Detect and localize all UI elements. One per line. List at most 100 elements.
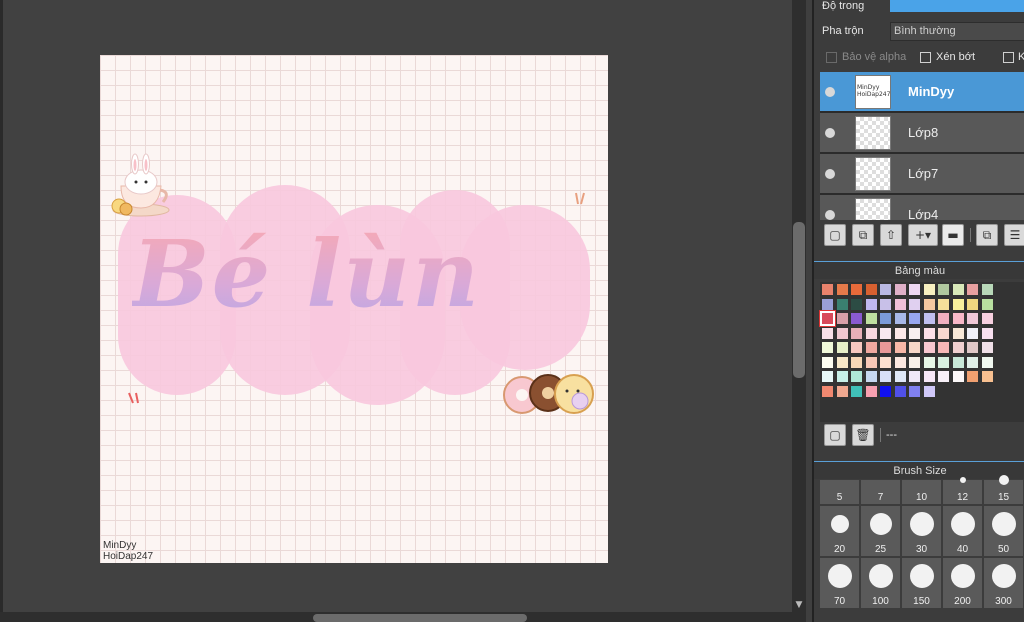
color-swatch[interactable] xyxy=(923,284,935,295)
color-swatch[interactable] xyxy=(865,284,877,295)
new-palette-icon[interactable]: ▢ xyxy=(824,424,846,446)
color-swatch[interactable] xyxy=(938,371,949,382)
color-swatch[interactable] xyxy=(923,327,935,339)
brush-size-option[interactable]: 300 xyxy=(984,558,1023,608)
color-swatch[interactable] xyxy=(981,284,993,295)
color-swatch[interactable] xyxy=(880,371,891,382)
layer-item[interactable]: Lớp7 xyxy=(820,154,1024,194)
color-swatch[interactable] xyxy=(836,298,848,310)
color-swatch[interactable] xyxy=(952,371,964,382)
color-swatch[interactable] xyxy=(923,385,935,397)
color-swatch[interactable] xyxy=(836,385,848,397)
color-swatch[interactable] xyxy=(851,298,862,310)
color-swatch[interactable] xyxy=(880,327,891,339)
color-swatch[interactable] xyxy=(981,342,993,353)
visibility-eye-icon[interactable] xyxy=(825,169,835,179)
layer-item[interactable]: Lớp4 xyxy=(820,195,1024,220)
color-swatch[interactable] xyxy=(938,284,949,295)
color-swatch[interactable] xyxy=(865,327,877,339)
brush-size-option[interactable]: 40 xyxy=(943,506,982,556)
color-swatch[interactable] xyxy=(822,284,833,295)
color-swatch[interactable] xyxy=(938,327,949,339)
color-swatch[interactable] xyxy=(851,313,862,324)
color-swatch[interactable] xyxy=(865,385,877,397)
color-swatch[interactable] xyxy=(822,385,833,397)
brush-size-option[interactable]: 10 xyxy=(902,480,941,504)
color-swatch[interactable] xyxy=(894,298,906,310)
brush-size-option[interactable]: 20 xyxy=(820,506,859,556)
color-swatch[interactable] xyxy=(981,313,993,324)
color-swatch[interactable] xyxy=(967,371,978,382)
color-swatch[interactable] xyxy=(836,342,848,353)
color-swatch[interactable] xyxy=(967,342,978,353)
color-swatch[interactable] xyxy=(851,356,862,368)
brush-size-option[interactable]: 70 xyxy=(820,558,859,608)
color-swatch[interactable] xyxy=(923,313,935,324)
layer-item[interactable]: MinDyy HoiDap247 MinDyy xyxy=(820,72,1024,112)
color-swatch[interactable] xyxy=(836,284,848,295)
color-swatch[interactable] xyxy=(909,385,920,397)
color-swatch[interactable] xyxy=(865,371,877,382)
color-swatch[interactable] xyxy=(909,371,920,382)
color-swatch[interactable] xyxy=(923,356,935,368)
brush-size-option[interactable]: 150 xyxy=(902,558,941,608)
brush-size-option[interactable]: 12 xyxy=(943,477,982,504)
color-swatch[interactable] xyxy=(952,356,964,368)
color-swatch[interactable] xyxy=(894,327,906,339)
color-swatch[interactable] xyxy=(836,356,848,368)
clipping-checkbox[interactable] xyxy=(920,52,931,63)
color-swatch[interactable] xyxy=(938,356,949,368)
merge-icon[interactable]: ⧉ xyxy=(976,224,998,246)
color-swatch[interactable] xyxy=(894,385,906,397)
folder-icon[interactable]: ▬ xyxy=(942,224,964,246)
brush-size-option[interactable]: 50 xyxy=(984,506,1023,556)
color-swatch[interactable] xyxy=(981,327,993,339)
color-swatch[interactable] xyxy=(894,313,906,324)
brush-size-option[interactable]: 15 xyxy=(984,475,1023,504)
visibility-eye-icon[interactable] xyxy=(825,128,835,138)
color-swatch[interactable] xyxy=(851,284,862,295)
color-swatch[interactable] xyxy=(894,371,906,382)
color-swatch[interactable] xyxy=(851,371,862,382)
color-swatch[interactable] xyxy=(865,298,877,310)
color-swatch[interactable] xyxy=(880,298,891,310)
drawing-canvas[interactable]: Bé lùn MinDyy HoiDap247 xyxy=(100,55,608,563)
new-layer-icon[interactable]: ▢ xyxy=(824,224,846,246)
color-swatch[interactable] xyxy=(836,327,848,339)
horizontal-scroll-thumb[interactable] xyxy=(313,614,527,622)
color-swatch[interactable] xyxy=(880,342,891,353)
color-swatch[interactable] xyxy=(865,342,877,353)
color-swatch[interactable] xyxy=(851,385,862,397)
color-swatch[interactable] xyxy=(865,313,877,324)
color-swatch[interactable] xyxy=(820,311,835,326)
color-swatch[interactable] xyxy=(909,284,920,295)
layer-item[interactable]: Lớp8 xyxy=(820,113,1024,153)
color-swatch[interactable] xyxy=(822,298,833,310)
color-swatch[interactable] xyxy=(923,342,935,353)
delete-palette-icon[interactable]: 🗑 xyxy=(852,424,874,446)
lock-checkbox[interactable] xyxy=(1003,52,1014,63)
color-swatch[interactable] xyxy=(981,298,993,310)
color-swatch[interactable] xyxy=(967,356,978,368)
brush-size-option[interactable]: 25 xyxy=(861,506,900,556)
color-swatch[interactable] xyxy=(909,356,920,368)
brush-size-option[interactable]: 7 xyxy=(861,480,900,504)
add-layer-menu-icon[interactable]: +▾ xyxy=(908,224,938,246)
color-swatch[interactable] xyxy=(822,371,833,382)
color-swatch[interactable] xyxy=(952,298,964,310)
color-swatch[interactable] xyxy=(909,298,920,310)
canvas-workspace[interactable]: Bé lùn MinDyy HoiDap247 xyxy=(0,0,792,612)
color-swatch[interactable] xyxy=(851,342,862,353)
color-swatch[interactable] xyxy=(836,313,848,324)
color-swatch[interactable] xyxy=(865,356,877,368)
color-swatch[interactable] xyxy=(967,298,978,310)
visibility-eye-icon[interactable] xyxy=(825,210,835,220)
duplicate-layer-icon[interactable]: ⧉ xyxy=(852,224,874,246)
color-swatch[interactable] xyxy=(880,385,891,397)
color-swatch[interactable] xyxy=(909,342,920,353)
color-swatch[interactable] xyxy=(909,313,920,324)
color-swatch[interactable] xyxy=(938,313,949,324)
horizontal-scrollbar[interactable] xyxy=(0,612,806,622)
color-swatch[interactable] xyxy=(909,327,920,339)
color-swatch[interactable] xyxy=(894,284,906,295)
